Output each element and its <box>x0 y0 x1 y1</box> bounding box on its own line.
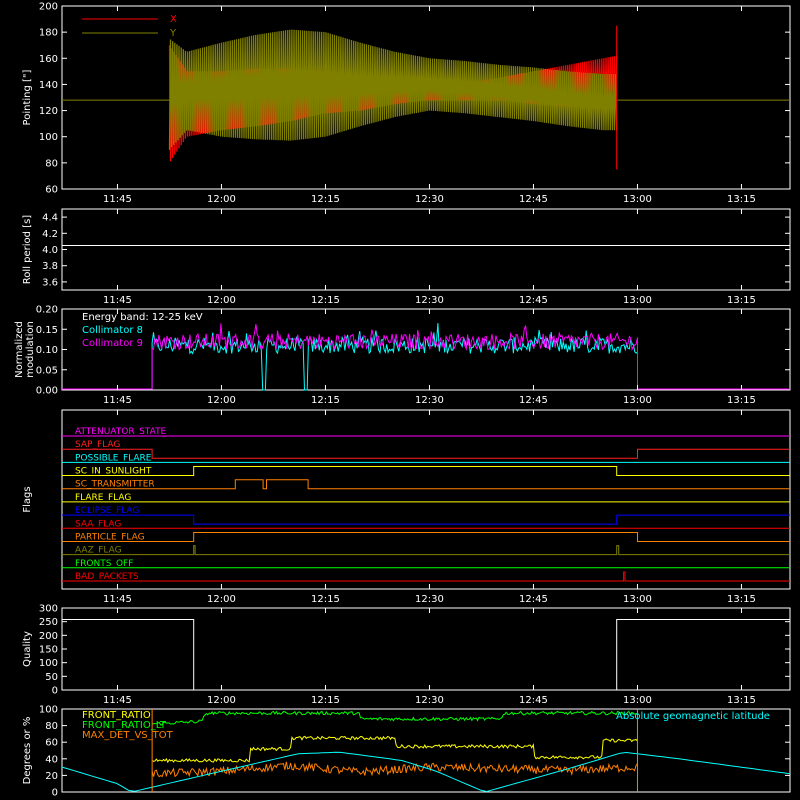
panel-0-x-tick-label: 13:15 <box>727 194 756 205</box>
panel-2-x-tick-label: 11:45 <box>103 395 132 406</box>
ylabel-line-2: modulation <box>25 321 36 378</box>
panel-4-x-tick-label: 13:15 <box>727 695 756 706</box>
panel-0-y-tick-label: 200 <box>39 2 58 13</box>
panel-4-y-tick-label: 150 <box>39 645 58 656</box>
panel-0-x-tick-label: 12:45 <box>519 194 548 205</box>
panel-2-x-tick-label: 12:15 <box>311 395 340 406</box>
chart-canvas: 11:45 12:00 12:15 12:30 12:45 13:00 13:15 60 80 1… <box>0 0 800 800</box>
panel-2-y-tick-label: 0.10 <box>36 345 58 356</box>
panel-0-x-tick-label: 12:30 <box>415 194 444 205</box>
panel-4-y-tick-label: 250 <box>39 617 58 628</box>
flag-label-saa-flag: SAA_FLAG <box>75 519 121 529</box>
legend-geomagnetic-latitude: Absolute geomagnetic latitude <box>616 711 770 722</box>
panel-2-x-tick-label: 12:00 <box>207 395 236 406</box>
ylabel-line-1: Normalized <box>14 321 25 378</box>
panel-0-x-tick-label: 12:00 <box>207 194 236 205</box>
panel-1-x-tick-label: 13:15 <box>727 295 756 306</box>
panel-0-y-tick-label: 140 <box>39 80 58 91</box>
panel-1-y-tick-label: 4.0 <box>42 245 58 256</box>
panel-3-x-tick-label: 12:30 <box>415 594 444 605</box>
panel-0-x-tick-label: 11:45 <box>103 194 132 205</box>
panel-3-y-axis-label: Flags <box>22 486 33 512</box>
panel-1-x-tick-label: 12:15 <box>311 295 340 306</box>
panel-4-x-tick-label: 12:00 <box>207 695 236 706</box>
legend-collimator-9: Collimator 9 <box>82 338 143 349</box>
panel-4-y-tick-label: 200 <box>39 631 58 642</box>
panel-2-x-tick-label: 13:15 <box>727 395 756 406</box>
flag-label-fronts-off: FRONTS_OFF <box>75 559 133 569</box>
panel-2-y-tick-label: 0.00 <box>36 386 58 397</box>
panel-1-x-tick-label: 12:45 <box>519 295 548 306</box>
panel-5-y-tick-label: 40 <box>45 754 58 765</box>
panel-4-x-tick-label: 12:15 <box>311 695 340 706</box>
panel-0-y-tick-label: 120 <box>39 106 58 117</box>
panel-1-x-tick-label: 12:00 <box>207 295 236 306</box>
legend-max-det-vs-tot: MAX_DET_VS_TOT <box>82 730 174 741</box>
panel-4-y-tick-label: 300 <box>39 604 58 615</box>
panel-0-y-axis-label: Pointing ["] <box>22 69 33 125</box>
flag-label-possible-flare: POSSIBLE_FLARE <box>75 453 152 463</box>
panel-1-y-axis-label: Roll period [s] <box>22 215 33 284</box>
panel-1-y-tick-label: 3.8 <box>42 261 58 272</box>
panel-5-y-axis-label: Degrees or % <box>22 717 33 785</box>
panel-1-y-tick-label: 3.6 <box>42 277 58 288</box>
panel-2-x-tick-label: 12:30 <box>415 395 444 406</box>
panel-3-x-tick-label: 12:45 <box>519 594 548 605</box>
flag-label-flare-flag: FLARE_FLAG <box>75 493 131 503</box>
energy-band-annotation: Energy band: 12-25 keV <box>82 312 203 323</box>
panel-0-y-tick-label: 80 <box>45 158 58 169</box>
panel-0-x-tick-label: 13:00 <box>623 194 652 205</box>
flag-label-sc-transmitter: SC_TRANSMITTER <box>75 480 155 490</box>
panel-1-x-tick-label: 11:45 <box>103 295 132 306</box>
panel-0-y-tick-label: 60 <box>45 185 58 196</box>
panel-4-y-axis-label: Quality <box>22 631 33 667</box>
panel-1-y-tick-label: 4.4 <box>42 213 58 224</box>
panel-4-x-tick-label: 13:00 <box>623 695 652 706</box>
panel-3-x-tick-label: 12:00 <box>207 594 236 605</box>
panel-2-y-tick-label: 0.20 <box>36 305 58 316</box>
panel-0-y-tick-label: 100 <box>39 132 58 143</box>
panel-2-y-tick-label: 0.05 <box>36 365 58 376</box>
panel-5-y-tick-label: 60 <box>45 738 58 749</box>
flag-label-eclipse-flag: ECLIPSE_FLAG <box>75 506 139 516</box>
legend-y-label: Y <box>169 28 177 39</box>
panel-5-y-tick-label: 0 <box>52 788 58 799</box>
panel-4-y-tick-label: 0 <box>52 686 58 697</box>
panel-4-y-tick-label: 50 <box>45 672 58 683</box>
panel-4-x-tick-label: 12:45 <box>519 695 548 706</box>
panel-1-x-tick-label: 13:00 <box>623 295 652 306</box>
panel-5-y-tick-label: 80 <box>45 721 58 732</box>
panel-2-x-tick-label: 12:45 <box>519 395 548 406</box>
flag-label-particle-flag: PARTICLE_FLAG <box>75 532 145 542</box>
panel-2-y-tick-label: 0.15 <box>36 325 58 336</box>
panel-0-x-tick-label: 12:15 <box>311 194 340 205</box>
flag-label-sc-in-sunlight: SC_IN_SUNLIGHT <box>75 467 152 477</box>
flag-label-attenuator-state: ATTENUATOR_STATE <box>75 427 167 437</box>
panel-5-y-tick-label: 100 <box>39 705 58 716</box>
flag-label-sap-flag: SAP_FLAG <box>75 440 120 450</box>
panel-3-x-tick-label: 13:15 <box>727 594 756 605</box>
panel-3-x-tick-label: 13:00 <box>623 594 652 605</box>
legend-x-label: X <box>170 14 177 25</box>
panel-5-y-tick-label: 20 <box>45 771 58 782</box>
panel-0-y-tick-label: 180 <box>39 28 58 39</box>
panel-4-x-tick-label: 11:45 <box>103 695 132 706</box>
panel-1-x-tick-label: 12:30 <box>415 295 444 306</box>
panel-1-y-tick-label: 4.2 <box>42 229 58 240</box>
panel-0-y-tick-label: 160 <box>39 54 58 65</box>
panel-4-y-tick-label: 100 <box>39 658 58 669</box>
panel-2-y-axis-label: Normalizedmodulation <box>14 321 36 378</box>
panel-2-x-tick-label: 13:00 <box>623 395 652 406</box>
legend-collimator-8: Collimator 8 <box>82 325 143 336</box>
panel-3-x-tick-label: 11:45 <box>103 594 132 605</box>
panel-3-x-tick-label: 12:15 <box>311 594 340 605</box>
flag-label-bad-packets: BAD_PACKETS <box>75 572 139 582</box>
flag-label-aaz-flag: AAZ_FLAG <box>75 546 122 556</box>
panel-4-x-tick-label: 12:30 <box>415 695 444 706</box>
